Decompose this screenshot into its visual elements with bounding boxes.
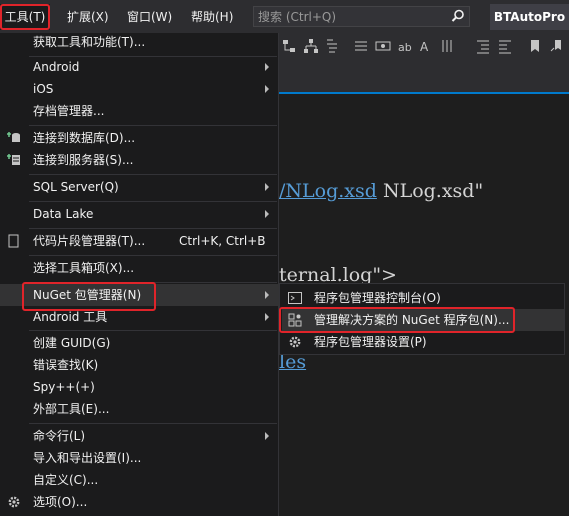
- toolbar-rename-icon[interactable]: [375, 38, 391, 54]
- menu-separator: [29, 125, 277, 126]
- menu-item-spy[interactable]: Spy++(+): [0, 376, 279, 398]
- menu-item-error-lookup[interactable]: 错误查找(K): [0, 354, 279, 376]
- submenu-item-label: 程序包管理器控制台(O): [314, 291, 441, 305]
- search-icon[interactable]: [451, 9, 465, 23]
- menu-separator: [29, 330, 277, 331]
- menu-item-label: 选择工具箱项(X)...: [33, 261, 135, 275]
- menu-item-label: 错误查找(K): [33, 358, 99, 372]
- submenu-item-settings[interactable]: 程序包管理器设置(P): [282, 331, 564, 353]
- menu-item-label: iOS: [33, 82, 54, 96]
- submenu-arrow-icon: [265, 432, 269, 440]
- bookmark-prev-icon[interactable]: [549, 38, 565, 54]
- menu-extensions[interactable]: 扩展(X): [67, 8, 109, 26]
- menu-window[interactable]: 窗口(W): [127, 8, 172, 26]
- toolbar-hierarchy-icon[interactable]: [303, 38, 319, 54]
- server-connect-icon: [7, 154, 20, 165]
- menu-item-label: Spy++(+): [33, 380, 95, 394]
- menu-item-label: 命令行(L): [33, 429, 86, 443]
- menu-item-label: 导入和导出设置(I)...: [33, 451, 142, 465]
- menu-item-options[interactable]: 选项(O)...: [0, 491, 279, 513]
- menu-item-archive-manager[interactable]: 存档管理器...: [0, 100, 279, 122]
- document-tab-strip: [279, 59, 569, 92]
- menu-item-customize[interactable]: 自定义(C)...: [0, 469, 279, 491]
- submenu-item-label: 程序包管理器设置(P): [314, 335, 427, 349]
- nuget-highlight-box: [22, 282, 156, 311]
- tools-menu: 获取工具和功能(T)... Android iOS 存档管理器... 连接到数据…: [0, 33, 279, 516]
- toolbar-indent-icon[interactable]: [475, 38, 491, 54]
- console-icon: [288, 292, 302, 304]
- menu-separator: [29, 201, 277, 202]
- toolbar-columns-icon[interactable]: [439, 38, 455, 54]
- menu-item-android[interactable]: Android: [0, 56, 279, 78]
- menu-item-label: 选项(O)...: [33, 495, 88, 509]
- menu-item-label: Android: [33, 60, 80, 74]
- toolbar-font-icon[interactable]: A: [419, 38, 435, 54]
- submenu-arrow-icon: [265, 291, 269, 299]
- menu-item-label: 代码片段管理器(T)...: [33, 234, 146, 248]
- menu-item-label: Android 工具: [33, 310, 108, 324]
- code-xsd-link[interactable]: /NLog.xsd: [279, 180, 377, 202]
- menu-item-external-tools[interactable]: 外部工具(E)...: [0, 398, 279, 420]
- code-xsd-text: NLog.xsd": [376, 180, 484, 202]
- menu-item-label: 获取工具和功能(T)...: [33, 35, 146, 49]
- menu-item-snippet-manager[interactable]: 代码片段管理器(T)... Ctrl+K, Ctrl+B: [0, 230, 279, 252]
- menu-separator: [29, 423, 277, 424]
- menu-item-get-tools[interactable]: 获取工具和功能(T)...: [0, 31, 279, 53]
- search-input[interactable]: 搜索 (Ctrl+Q): [258, 9, 336, 25]
- menu-item-label: 外部工具(E)...: [33, 402, 110, 416]
- snippet-icon: [8, 234, 19, 248]
- menu-item-data-lake[interactable]: Data Lake: [0, 203, 279, 225]
- menu-item-command-line[interactable]: 命令行(L): [0, 425, 279, 447]
- menu-item-connect-server[interactable]: 连接到服务器(S)...: [0, 149, 279, 171]
- menu-item-ios[interactable]: iOS: [0, 78, 279, 100]
- gear-icon: [289, 336, 301, 348]
- menu-item-label: 连接到数据库(D)...: [33, 131, 136, 145]
- tools-highlight-box: [0, 4, 50, 30]
- menu-separator: [29, 228, 277, 229]
- database-connect-icon: [7, 132, 20, 142]
- submenu-arrow-icon: [265, 63, 269, 71]
- editor-toolbar: ab A: [279, 33, 569, 59]
- submenu-item-console[interactable]: 程序包管理器控制台(O): [282, 287, 564, 309]
- menu-item-label: 创建 GUID(G): [33, 336, 111, 350]
- submenu-arrow-icon: [265, 183, 269, 191]
- menu-separator: [29, 174, 277, 175]
- menu-item-create-guid[interactable]: 创建 GUID(G): [0, 332, 279, 354]
- toolbar-lines-icon[interactable]: [353, 38, 369, 54]
- toolbar-expand-icon[interactable]: [325, 38, 341, 54]
- menu-item-label: 连接到服务器(S)...: [33, 153, 134, 167]
- menu-item-choose-toolbox[interactable]: 选择工具箱项(X)...: [0, 257, 279, 279]
- menu-help[interactable]: 帮助(H): [191, 8, 233, 26]
- toolbar-tree-icon[interactable]: [281, 38, 297, 54]
- menu-item-connect-db[interactable]: 连接到数据库(D)...: [0, 127, 279, 149]
- bookmark-icon[interactable]: [527, 38, 543, 54]
- search-box[interactable]: 搜索 (Ctrl+Q): [253, 6, 470, 27]
- code-line-xsd: /NLog.xsd NLog.xsd": [279, 180, 483, 202]
- submenu-arrow-icon: [265, 210, 269, 218]
- gear-icon: [8, 496, 20, 508]
- menu-item-label: 自定义(C)...: [33, 473, 99, 487]
- menu-item-shortcut: Ctrl+K, Ctrl+B: [179, 234, 266, 248]
- menu-item-label: SQL Server(Q): [33, 180, 119, 194]
- submenu-arrow-icon: [265, 85, 269, 93]
- menu-bar: 工具(T) 扩展(X) 窗口(W) 帮助(H) 搜索 (Ctrl+Q) BTAu…: [0, 0, 569, 33]
- menu-item-sql-server[interactable]: SQL Server(Q): [0, 176, 279, 198]
- menu-separator: [29, 255, 277, 256]
- manage-solution-highlight-box: [279, 307, 515, 333]
- submenu-arrow-icon: [265, 313, 269, 321]
- svg-text:A: A: [420, 40, 429, 54]
- menu-item-label: 存档管理器...: [33, 104, 105, 118]
- menu-item-import-export[interactable]: 导入和导出设置(I)...: [0, 447, 279, 469]
- app-title: BTAutoPro: [490, 4, 569, 30]
- svg-text:ab: ab: [398, 41, 412, 54]
- toolbar-outdent-icon[interactable]: [497, 38, 513, 54]
- toolbar-text-icon[interactable]: ab: [397, 38, 413, 54]
- menu-item-label: Data Lake: [33, 207, 94, 221]
